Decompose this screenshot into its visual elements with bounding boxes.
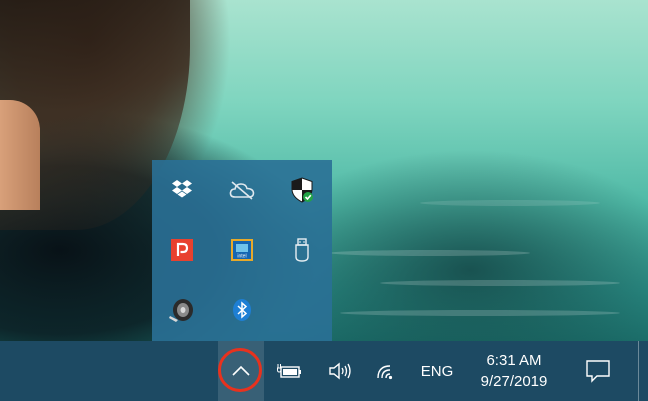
- notification-overflow-panel: intel: [152, 160, 332, 341]
- wallpaper-wave: [420, 200, 600, 206]
- intel-label: intel: [237, 254, 246, 260]
- onedrive-offline-icon[interactable]: [222, 170, 262, 210]
- intel-graphics-icon[interactable]: intel: [222, 230, 262, 270]
- wallpaper-shoulder: [0, 100, 40, 210]
- pushbullet-icon[interactable]: [162, 230, 202, 270]
- action-center-button[interactable]: [576, 341, 620, 401]
- battery-power-icon[interactable]: [272, 341, 308, 401]
- dropbox-icon[interactable]: [162, 170, 202, 210]
- clock-date: 9/27/2019: [480, 373, 548, 390]
- wallpaper-wave: [380, 280, 620, 286]
- wallpaper-wave: [340, 310, 620, 316]
- windows-security-icon[interactable]: [282, 170, 322, 210]
- input-language-indicator[interactable]: ENG: [412, 341, 462, 401]
- notification-icon: [586, 360, 610, 383]
- taskbar: ENG 6:31 AM 9/27/2019: [0, 341, 648, 401]
- clock-time: 6:31 AM: [486, 352, 542, 369]
- show-desktop-button[interactable]: [638, 341, 648, 401]
- highlight-circle: [218, 348, 262, 392]
- safely-remove-usb-icon[interactable]: [282, 230, 322, 270]
- volume-icon[interactable]: [322, 341, 358, 401]
- speaker-audio-icon[interactable]: [162, 290, 202, 330]
- wifi-network-icon[interactable]: [370, 341, 406, 401]
- wallpaper-wave: [330, 250, 530, 256]
- clock-date-display[interactable]: 6:31 AM 9/27/2019: [468, 341, 560, 401]
- bluetooth-icon[interactable]: [222, 290, 262, 330]
